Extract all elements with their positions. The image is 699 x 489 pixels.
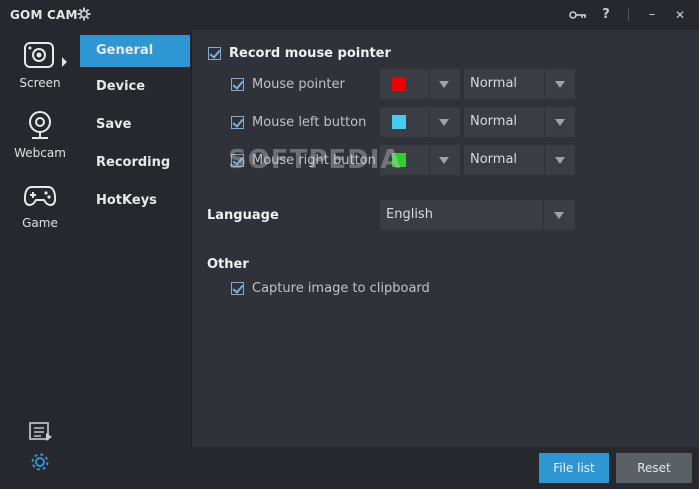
category-general[interactable]: General <box>80 35 190 67</box>
nav-game-label: Game <box>22 216 58 230</box>
chevron-down-icon <box>439 81 449 88</box>
nav-webcam[interactable]: Webcam <box>0 106 80 166</box>
nav-game[interactable]: Game <box>0 176 80 236</box>
mouse-right-button-size-select[interactable]: Normal <box>464 145 575 175</box>
settings-icon[interactable] <box>30 452 50 476</box>
category-recording[interactable]: Recording <box>80 147 192 179</box>
help-icon[interactable]: ? <box>596 5 616 25</box>
dropdown-divider <box>544 145 545 175</box>
mouse-right-button-color-picker[interactable] <box>380 145 460 175</box>
gamepad-icon <box>23 184 57 212</box>
settings-category-list: General Device Save Recording HotKeys <box>80 30 192 447</box>
nav-screen-label: Screen <box>19 76 61 90</box>
mouse-left-button-size-select[interactable]: Normal <box>464 107 575 137</box>
app-title: GOM CAM <box>10 8 78 22</box>
chevron-down-icon <box>439 119 449 126</box>
dropdown-divider <box>429 107 430 137</box>
mouse-left-button-checkbox[interactable] <box>231 116 244 129</box>
gear-icon[interactable] <box>74 4 94 24</box>
chevron-down-icon <box>555 157 565 164</box>
file-list-button[interactable]: File list <box>539 453 609 483</box>
other-section-label: Other <box>207 257 249 272</box>
nav-webcam-label: Webcam <box>14 146 66 160</box>
chevron-down-icon <box>555 81 565 88</box>
capture-clipboard-label: Capture image to clipboard <box>252 281 430 296</box>
title-divider <box>628 9 629 21</box>
general-settings-panel: Record mouse pointer Mouse pointer Norma… <box>192 30 699 447</box>
minimize-icon[interactable]: – <box>642 5 662 25</box>
mouse-pointer-color-picker[interactable] <box>380 69 460 99</box>
capture-clipboard-checkbox[interactable] <box>231 282 244 295</box>
dropdown-divider <box>429 69 430 99</box>
key-icon[interactable] <box>568 5 588 25</box>
mouse-pointer-size-select[interactable]: Normal <box>464 69 575 99</box>
chevron-down-icon <box>555 119 565 126</box>
dropdown-divider <box>544 69 545 99</box>
category-hotkeys[interactable]: HotKeys <box>80 185 192 217</box>
color-swatch <box>392 77 406 91</box>
dropdown-divider <box>429 145 430 175</box>
mouse-pointer-label: Mouse pointer <box>252 77 345 92</box>
category-save[interactable]: Save <box>80 109 192 141</box>
title-bar: GOM CAM ? – ✕ <box>0 0 699 30</box>
footer-bar: File list Reset <box>80 447 699 489</box>
size-value: Normal <box>470 114 518 129</box>
language-select[interactable]: English <box>380 200 575 230</box>
dropdown-divider <box>544 107 545 137</box>
color-swatch <box>392 153 406 167</box>
size-value: Normal <box>470 152 518 167</box>
mode-sidebar: Screen Webcam Game <box>0 30 80 489</box>
active-indicator-icon <box>62 57 67 67</box>
app-window: GOM CAM ? – ✕ Screen Webcam Game General… <box>0 0 699 489</box>
file-list-icon[interactable] <box>29 422 53 446</box>
mouse-left-button-label: Mouse left button <box>252 115 367 130</box>
mouse-pointer-checkbox[interactable] <box>231 78 244 91</box>
nav-screen[interactable]: Screen <box>0 36 80 96</box>
dropdown-divider <box>543 200 544 230</box>
close-icon[interactable]: ✕ <box>670 5 690 25</box>
screen-capture-icon <box>24 42 54 72</box>
reset-button[interactable]: Reset <box>616 453 692 483</box>
language-value: English <box>386 207 433 222</box>
chevron-down-icon <box>554 212 564 219</box>
webcam-icon <box>27 110 53 144</box>
record-mouse-pointer-label: Record mouse pointer <box>229 46 391 61</box>
size-value: Normal <box>470 76 518 91</box>
mouse-left-button-color-picker[interactable] <box>380 107 460 137</box>
mouse-right-button-checkbox[interactable] <box>231 154 244 167</box>
chevron-down-icon <box>439 157 449 164</box>
category-device[interactable]: Device <box>80 71 192 103</box>
language-label: Language <box>207 208 279 223</box>
mouse-right-button-label: Mouse right button <box>252 153 376 168</box>
color-swatch <box>392 115 406 129</box>
record-mouse-pointer-checkbox[interactable] <box>208 47 221 60</box>
